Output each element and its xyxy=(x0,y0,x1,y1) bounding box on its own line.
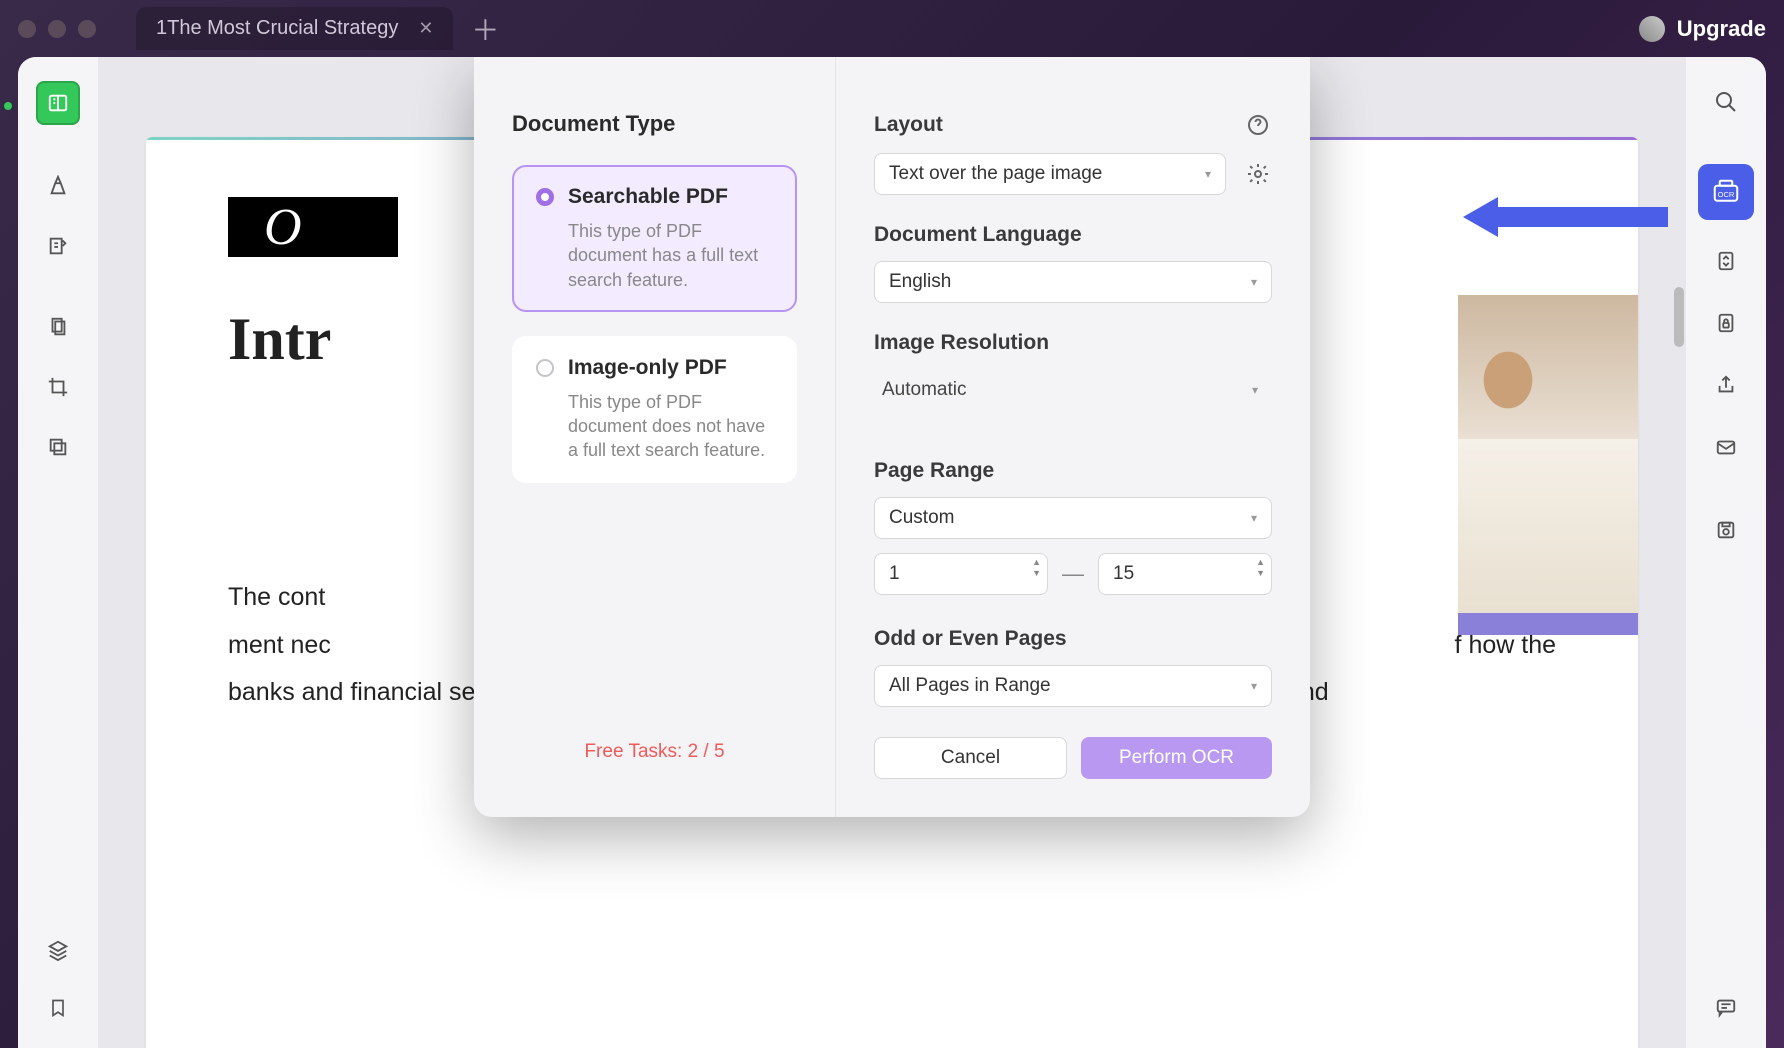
svg-text:OCR: OCR xyxy=(1718,190,1735,199)
step-up-icon[interactable]: ▲ xyxy=(1256,558,1265,567)
reader-mode-icon[interactable] xyxy=(36,81,80,125)
avatar[interactable] xyxy=(1639,16,1665,42)
page-range-from-input[interactable]: 1 ▲▼ xyxy=(874,553,1048,595)
comments-icon[interactable] xyxy=(1705,986,1747,1028)
option-description: This type of PDF document has a full tex… xyxy=(536,219,773,292)
scrollbar-thumb[interactable] xyxy=(1674,287,1684,347)
crop-tool-icon[interactable] xyxy=(38,367,78,407)
odd-even-select[interactable]: All Pages in Range ▾ xyxy=(874,665,1272,707)
new-tab-button[interactable]: ＋ xyxy=(471,9,499,49)
close-tab-icon[interactable]: ✕ xyxy=(418,18,433,39)
minimize-window-button[interactable] xyxy=(48,20,66,38)
layout-select[interactable]: Text over the page image ▾ xyxy=(874,153,1226,195)
perform-ocr-button[interactable]: Perform OCR xyxy=(1081,737,1272,779)
share-icon[interactable] xyxy=(1705,364,1747,406)
lock-document-icon[interactable] xyxy=(1705,302,1747,344)
chevron-down-icon: ▾ xyxy=(1251,275,1257,289)
radio-icon xyxy=(536,188,554,206)
text-edit-tool-icon[interactable] xyxy=(38,226,78,266)
odd-even-heading: Odd or Even Pages xyxy=(874,627,1272,651)
drop-cap: O xyxy=(228,197,398,257)
step-down-icon[interactable]: ▼ xyxy=(1032,569,1041,578)
option-image-only-pdf[interactable]: Image-only PDF This type of PDF document… xyxy=(512,336,797,483)
convert-tool-icon[interactable] xyxy=(1705,240,1747,282)
chevron-down-icon: ▾ xyxy=(1252,383,1258,397)
layers-icon[interactable] xyxy=(38,930,78,970)
maximize-window-button[interactable] xyxy=(78,20,96,38)
option-title: Image-only PDF xyxy=(568,356,727,380)
document-tab[interactable]: 1The Most Crucial Strategy ✕ xyxy=(136,7,453,50)
save-icon[interactable] xyxy=(1705,509,1747,551)
ocr-settings-modal: Document Type Searchable PDF This type o… xyxy=(474,57,1310,817)
page-range-to-input[interactable]: 15 ▲▼ xyxy=(1098,553,1272,595)
option-title: Searchable PDF xyxy=(568,185,728,209)
window-titlebar: 1The Most Crucial Strategy ✕ ＋ Upgrade xyxy=(0,0,1784,57)
search-icon[interactable] xyxy=(1705,81,1747,123)
free-tasks-label: Free Tasks: 2 / 5 xyxy=(512,741,797,763)
app-window: OCR O xyxy=(18,57,1766,1048)
document-image xyxy=(1458,295,1638,635)
image-resolution-heading: Image Resolution xyxy=(874,331,1272,355)
layout-heading: Layout xyxy=(874,113,1226,137)
right-sidebar: OCR xyxy=(1686,57,1766,1048)
chevron-down-icon: ▾ xyxy=(1251,511,1257,525)
option-description: This type of PDF document does not have … xyxy=(536,390,773,463)
close-window-button[interactable] xyxy=(18,20,36,38)
pages-panel-icon[interactable] xyxy=(38,307,78,347)
document-language-select[interactable]: English ▾ xyxy=(874,261,1272,303)
radio-icon xyxy=(536,359,554,377)
traffic-lights xyxy=(18,20,96,38)
page-range-heading: Page Range xyxy=(874,459,1272,483)
option-searchable-pdf[interactable]: Searchable PDF This type of PDF document… xyxy=(512,165,797,312)
ocr-tool-icon[interactable]: OCR xyxy=(1698,164,1754,220)
upgrade-button[interactable]: Upgrade xyxy=(1677,16,1766,42)
help-icon[interactable] xyxy=(1244,111,1272,139)
chevron-down-icon: ▾ xyxy=(1251,679,1257,693)
document-type-heading: Document Type xyxy=(512,111,797,137)
range-dash: — xyxy=(1062,561,1084,587)
copy-tool-icon[interactable] xyxy=(38,427,78,467)
tab-title: 1The Most Crucial Strategy xyxy=(156,17,398,40)
page-range-select[interactable]: Custom ▾ xyxy=(874,497,1272,539)
cancel-button[interactable]: Cancel xyxy=(874,737,1067,779)
image-resolution-select[interactable]: Automatic ▾ xyxy=(874,369,1272,411)
step-up-icon[interactable]: ▲ xyxy=(1032,558,1041,567)
chevron-down-icon: ▾ xyxy=(1205,167,1211,181)
step-down-icon[interactable]: ▼ xyxy=(1256,569,1265,578)
gear-icon[interactable] xyxy=(1244,160,1272,188)
mail-icon[interactable] xyxy=(1705,426,1747,468)
left-sidebar xyxy=(18,57,98,1048)
bookmark-icon[interactable] xyxy=(38,988,78,1028)
status-dot xyxy=(4,102,12,110)
highlight-tool-icon[interactable] xyxy=(38,166,78,206)
document-language-heading: Document Language xyxy=(874,223,1272,247)
